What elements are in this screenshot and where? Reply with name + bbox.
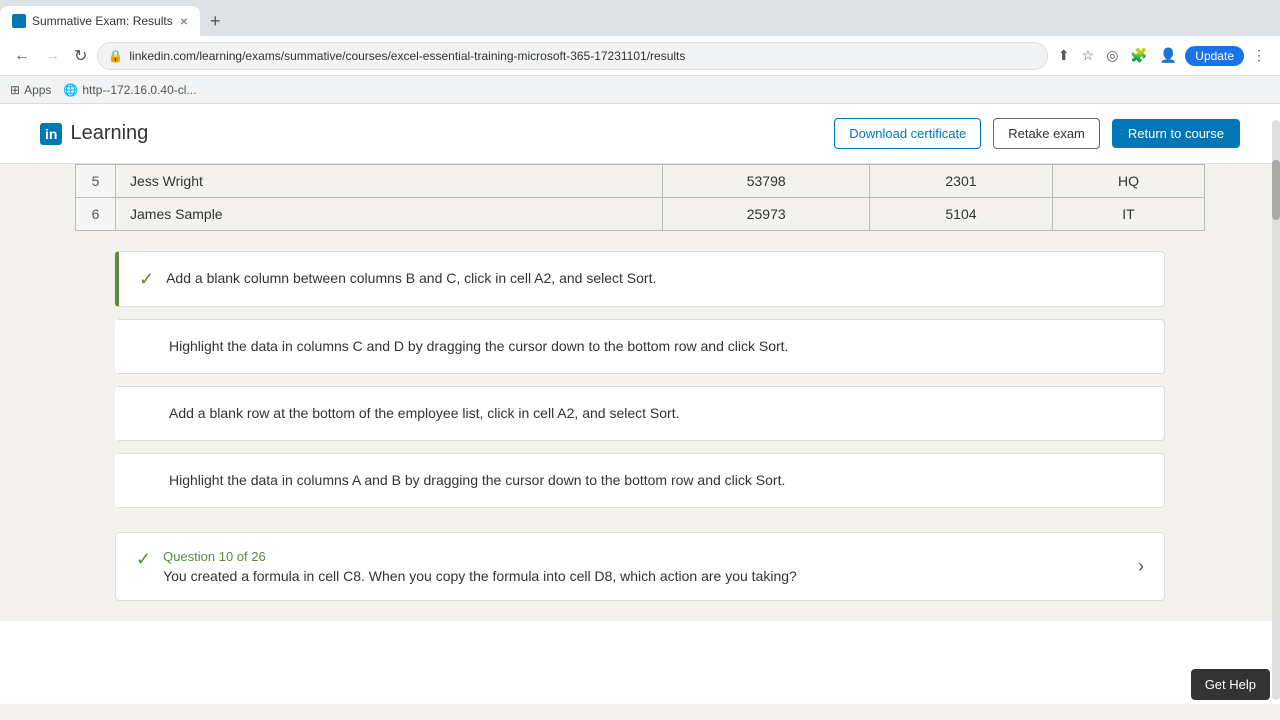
globe-icon: 🌐	[63, 83, 78, 97]
refresh-button[interactable]: ↻	[70, 44, 91, 68]
correct-icon: ✓	[139, 269, 154, 290]
extension-icon[interactable]: ◎	[1102, 45, 1122, 66]
browser-tab[interactable]: Summative Exam: Results ×	[0, 6, 200, 36]
answer-text: Highlight the data in columns A and B by…	[169, 470, 785, 491]
scrollbar-thumb[interactable]	[1272, 160, 1280, 220]
row-col2: 2301	[869, 165, 1052, 198]
question-10-card[interactable]: ✓ Question 10 of 26 You created a formul…	[115, 532, 1165, 601]
new-tab-button[interactable]: +	[200, 11, 231, 32]
profile-icon[interactable]: 👤	[1156, 45, 1181, 66]
answer-card[interactable]: ✓ Add a blank column between columns B a…	[115, 251, 1165, 307]
lock-icon: 🔒	[108, 49, 123, 63]
download-certificate-button[interactable]: Download certificate	[834, 118, 981, 149]
q10-label: Question 10 of 26	[163, 549, 1126, 564]
row-col2: 5104	[869, 198, 1052, 231]
menu-icon[interactable]: ⋮	[1248, 45, 1270, 66]
retake-exam-button[interactable]: Retake exam	[993, 118, 1100, 149]
row-num: 5	[76, 165, 116, 198]
bookmark-icon[interactable]: ☆	[1078, 45, 1099, 66]
row-col1: 25973	[663, 198, 870, 231]
linkedin-logo: in Learning	[40, 122, 148, 145]
answer-card[interactable]: Highlight the data in columns C and D by…	[115, 319, 1165, 374]
tab-close-button[interactable]: ×	[180, 13, 188, 29]
row-col3: HQ	[1052, 165, 1204, 198]
url-text: linkedin.com/learning/exams/summative/co…	[129, 49, 1037, 63]
answer-card[interactable]: Add a blank row at the bottom of the emp…	[115, 386, 1165, 441]
answer-card[interactable]: Highlight the data in columns A and B by…	[115, 453, 1165, 508]
grid-icon: ⊞	[10, 83, 20, 97]
row-num: 6	[76, 198, 116, 231]
tab-favicon	[12, 14, 26, 28]
excel-data-table: 5 Jess Wright 53798 2301 HQ 6 James Samp…	[75, 164, 1205, 231]
table-row: 5 Jess Wright 53798 2301 HQ	[76, 165, 1205, 198]
row-name: James Sample	[116, 198, 663, 231]
tab-title: Summative Exam: Results	[32, 14, 173, 28]
ip-bookmark[interactable]: 🌐 http--172.16.0.40-cl...	[63, 83, 196, 97]
li-logo-text: Learning	[70, 122, 148, 145]
row-col1: 53798	[663, 165, 870, 198]
answer-text: Add a blank column between columns B and…	[166, 268, 656, 289]
back-button[interactable]: ←	[10, 45, 34, 67]
forward-button[interactable]: →	[40, 45, 64, 67]
get-help-button[interactable]: Get Help	[1191, 669, 1270, 700]
scrollbar[interactable]	[1272, 120, 1280, 700]
table-row: 6 James Sample 25973 5104 IT	[76, 198, 1205, 231]
answer-text: Add a blank row at the bottom of the emp…	[169, 403, 680, 424]
return-to-course-button[interactable]: Return to course	[1112, 119, 1240, 148]
q10-text: You created a formula in cell C8. When y…	[163, 568, 1126, 584]
row-col3: IT	[1052, 198, 1204, 231]
address-bar[interactable]: 🔒 linkedin.com/learning/exams/summative/…	[97, 42, 1048, 70]
answer-options-section: ✓ Add a blank column between columns B a…	[75, 231, 1205, 520]
chevron-right-icon: ›	[1138, 556, 1144, 577]
excel-table-wrapper: 5 Jess Wright 53798 2301 HQ 6 James Samp…	[75, 164, 1205, 231]
li-logo-icon: in	[40, 123, 62, 145]
q10-check-icon: ✓	[136, 549, 151, 570]
share-icon[interactable]: ⬆	[1054, 45, 1074, 66]
row-name: Jess Wright	[116, 165, 663, 198]
page-header: in Learning Download certificate Retake …	[0, 104, 1280, 164]
q10-content: Question 10 of 26 You created a formula …	[163, 549, 1126, 584]
answer-text: Highlight the data in columns C and D by…	[169, 336, 788, 357]
puzzle-icon[interactable]: 🧩	[1126, 45, 1151, 66]
update-button[interactable]: Update	[1185, 46, 1244, 66]
apps-bookmark[interactable]: ⊞ Apps	[10, 83, 51, 97]
question-10-section: ✓ Question 10 of 26 You created a formul…	[75, 520, 1205, 621]
